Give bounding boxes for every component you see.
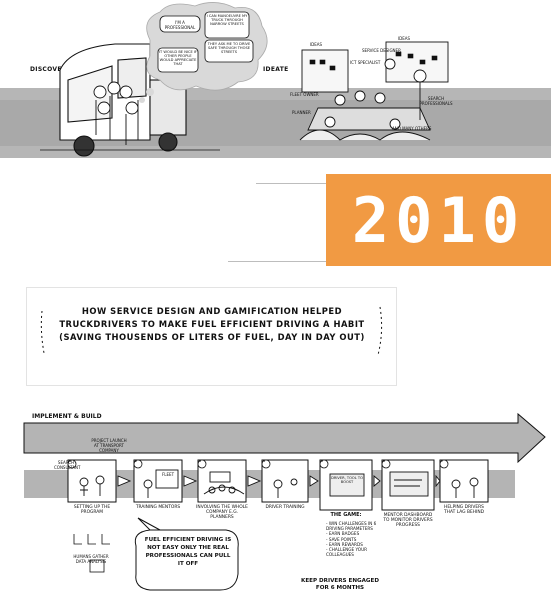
ideate-ideas-1: IDEAS [310,42,323,47]
fleet-sign-text: FLEET [161,472,175,477]
ideate-ict: ICT SPECIALIST [350,60,381,65]
step-2-label: TRAINING MENTORS [135,505,181,510]
step-4-number: 4 [263,459,266,463]
step-6-label: MENTOR DASHBOARD TO MONITOR DRIVERS PROG… [383,513,433,528]
ideate-search: SEARCH PROFESSIONALS [419,96,453,106]
ideate-ideas-2: IDEAS [398,36,411,41]
ideate-fleet-owner: FLEET OWNER [290,92,319,97]
step-7-label: HELPING DRIVERS THAT LAG BEHIND [443,505,485,515]
annotation-humans-data: HUMANS GATHER DATA ANALYSIS [73,554,109,564]
bubble-professional: I'M A PROFESSIONAL [164,20,196,30]
speech-bubble-text: FUEL EFFICIENT DRIVING IS NOT EASY ONLY … [144,537,232,567]
step-5-number: 5 [321,459,324,463]
bubble-manoeuvre: I CAN MANOEUVRE MY TRUCK THROUGH NARROW … [206,14,248,26]
divider-line-2 [228,261,326,262]
step-3-number: 3 [199,459,202,463]
ideate-service-designer: SERVICE DESIGNER [362,48,401,53]
annotation-search-consultant: SEARCH CONSULTANT [54,460,81,470]
headline-text: How service design and gamification help… [59,306,365,342]
step-7-number: 7 [441,459,444,463]
ideate-planner: PLANNER [292,110,311,115]
bubble-appreciate: IT WOULD BE NICE IF OTHER PEOPLE WOULD A… [159,50,197,66]
game-list: - WIN CHALLENGES IN 6 DRIVING PARAMETERS… [326,521,382,557]
data-analysis-doodle [73,534,110,573]
game-list-item: - CHALLENGE YOUR COLLEAGUES [326,547,368,558]
step-2-number: 2 [135,459,138,463]
bubble-drive-safe: THEY ASK ME TO DRIVE SAFE THROUGH THOSE … [207,42,251,54]
game-list-item: - WIN CHALLENGES IN 6 DRIVING PARAMETERS [326,521,377,532]
year-banner: 2010 [326,174,551,266]
divider-line-1 [256,183,326,184]
keep-engaged-text: KEEP DRIVERS ENGAGED FOR 6 MONTHS [301,578,379,591]
ideate-others: AND MANY OTHERS [392,126,432,131]
game-screen-text: DRIVER, TOOL TO BOOST [331,476,363,484]
top-illustration [40,2,449,157]
step-1-label: SETTING UP THE PROGRAM [73,505,111,515]
step-6-number: 6 [383,459,386,463]
annotation-project-launch: PROJECT LAUNCH AT TRANSPORT COMPANY [91,438,127,453]
step-5-label: THE GAME: [330,512,362,518]
step-3-label: INVOLVING THE WHOLE COMPANY E.G. PLANNER… [196,505,248,520]
step-4-label: DRIVER TRAINING [265,505,305,510]
